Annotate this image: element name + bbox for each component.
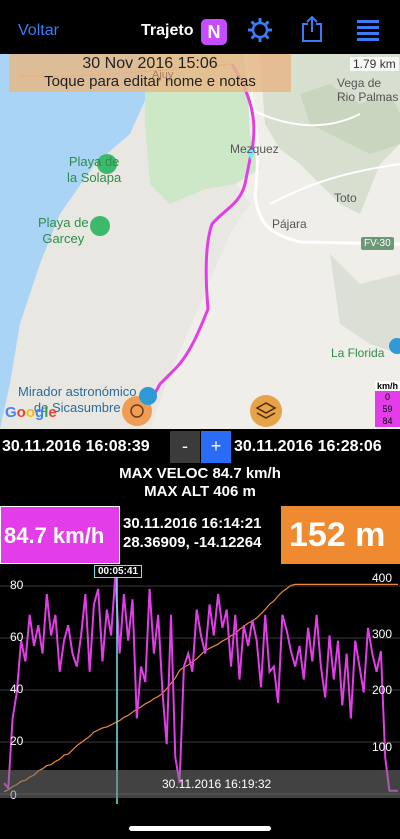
right-tick-200: 200 xyxy=(372,683,393,697)
legend-unit: km/h xyxy=(375,381,400,391)
home-indicator[interactable] xyxy=(129,826,271,831)
back-button[interactable]: Voltar xyxy=(18,22,59,40)
start-time[interactable]: 30.11.2016 16:08:39 xyxy=(2,438,150,456)
map-label-pajara: Pájara xyxy=(272,217,307,231)
note-badge-button[interactable]: N xyxy=(201,19,227,45)
end-time[interactable]: 30.11.2016 16:28:06 xyxy=(234,438,382,456)
map-label-la-florida: La Florida xyxy=(331,346,385,360)
current-point-info: 30.11.2016 16:14:21 28.36909, -14.12264 xyxy=(120,506,280,564)
max-altitude: MAX ALT 406 m xyxy=(144,483,256,500)
map-label-playa-solapa: Playa de la Solapa xyxy=(67,154,122,185)
screen: Voltar Trajeto N 30 Nov 2016 15:06 Toque… xyxy=(0,0,400,839)
speed-legend: km/h 0 59 84 xyxy=(375,381,400,427)
speed-altitude-chart[interactable]: 80 60 40 20 0 400 300 200 100 00:05:41 3… xyxy=(0,564,400,808)
track-title-banner[interactable]: 30 Nov 2016 15:06 Toque para editar nome… xyxy=(9,54,291,92)
current-altitude: 152 m xyxy=(281,506,400,564)
time-range-bar: 30.11.2016 16:08:39 - + 30.11.2016 16:28… xyxy=(0,429,400,465)
legend-value-0: 0 xyxy=(375,391,400,403)
map-label-playa-garcey: Playa de Garcey xyxy=(38,215,89,246)
map-label-toto: Toto xyxy=(334,191,357,205)
road-badge: FV-30 xyxy=(361,237,394,250)
left-tick-40: 40 xyxy=(10,682,24,696)
current-time: 30.11.2016 16:14:21 xyxy=(123,515,262,532)
map-label-mezquez: Mezquez xyxy=(230,142,279,156)
page-title: Trajeto xyxy=(141,22,194,39)
left-tick-60: 60 xyxy=(10,630,24,644)
left-tick-80: 80 xyxy=(10,578,24,592)
chart-footer-time: 30.11.2016 16:19:32 xyxy=(162,777,272,791)
right-tick-300: 300 xyxy=(372,627,393,641)
map-view[interactable]: 30 Nov 2016 15:06 Toque para editar nome… xyxy=(0,54,400,429)
banner-subtitle: Toque para editar nome e notas xyxy=(44,73,256,90)
legend-value-2: 84 xyxy=(375,415,400,427)
cursor-time-label: 00:05:41 xyxy=(94,565,143,578)
right-tick-400: 400 xyxy=(372,571,393,585)
current-speed: 84.7 km/h xyxy=(0,506,120,564)
map-label-vega: Vega de Rio Palmas xyxy=(337,76,399,104)
chart-footer: 30.11.2016 16:19:32 xyxy=(0,770,400,798)
menu-icon[interactable] xyxy=(357,19,379,48)
current-coordinates: 28.36909, -14.12264 xyxy=(123,534,262,551)
banner-title: 30 Nov 2016 15:06 xyxy=(82,55,218,72)
left-tick-20: 20 xyxy=(10,734,24,748)
gear-icon[interactable] xyxy=(247,17,273,48)
altitude-series-line xyxy=(3,583,398,793)
google-logo: Google xyxy=(5,404,57,421)
map-label-ajuy: Ajuy xyxy=(152,69,174,81)
map-scale: 1.79 km xyxy=(350,57,399,71)
stats-summary: MAX VELOC 84.7 km/h MAX ALT 406 m xyxy=(0,465,400,501)
speed-series-line xyxy=(3,575,398,792)
zoom-in-button[interactable]: + xyxy=(201,431,231,463)
max-speed: MAX VELOC 84.7 km/h xyxy=(119,465,281,482)
right-tick-100: 100 xyxy=(372,740,393,754)
legend-value-1: 59 xyxy=(375,403,400,415)
zoom-out-button[interactable]: - xyxy=(170,431,200,463)
share-icon[interactable] xyxy=(300,15,324,48)
navigation-bar: Voltar Trajeto N xyxy=(0,0,400,54)
